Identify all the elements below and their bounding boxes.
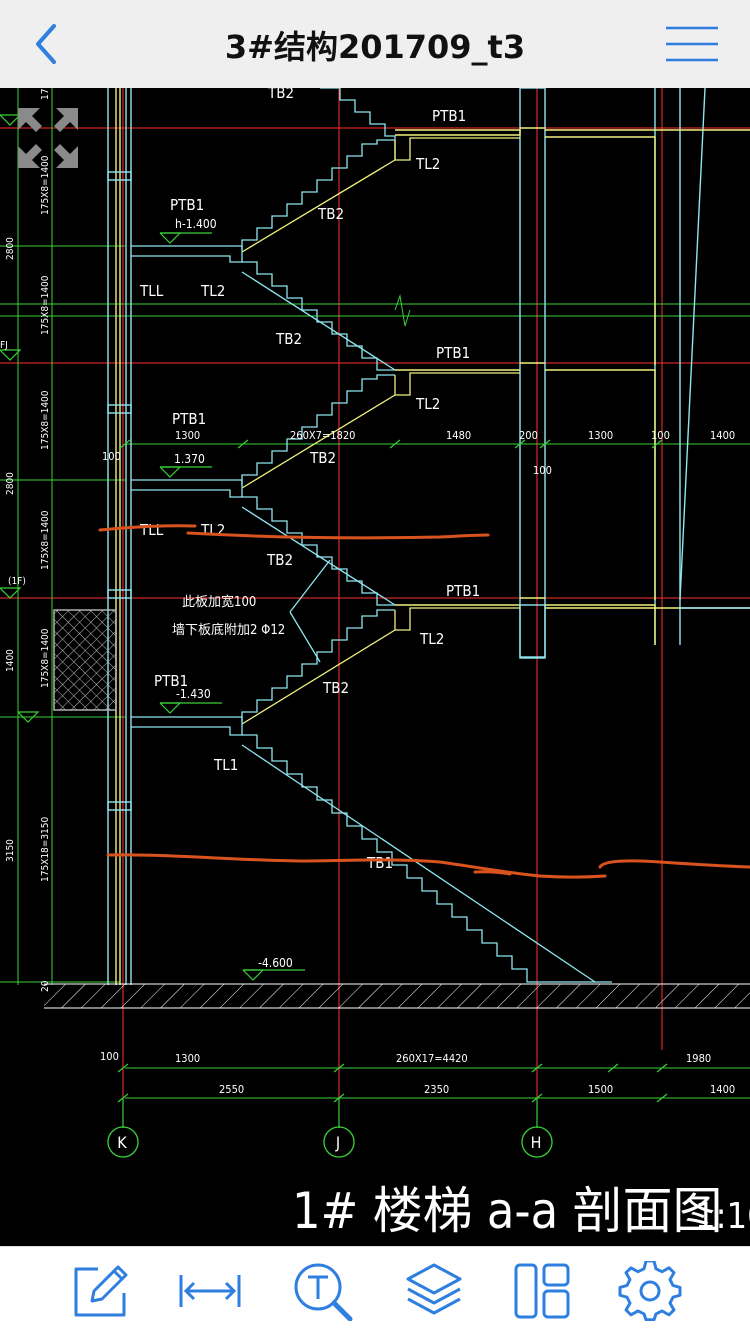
left-mark-1f: (1F) bbox=[8, 576, 26, 587]
bottom-toolbar bbox=[0, 1246, 750, 1335]
text-search-icon bbox=[294, 1263, 353, 1321]
axis-j: J bbox=[335, 1133, 340, 1152]
dim-bottom1-3: 260X17=4420 bbox=[396, 1052, 468, 1065]
label-tl2-b: TL2 bbox=[200, 282, 225, 300]
ground-hatch bbox=[44, 983, 750, 1009]
label-tb2-top: TB2 bbox=[267, 88, 294, 102]
label-tl1: TL1 bbox=[213, 756, 238, 774]
annotate-button[interactable] bbox=[68, 1261, 132, 1321]
left-dim-8: 175X8=1400 bbox=[40, 628, 51, 688]
label-tb2-b: TB2 bbox=[275, 330, 302, 348]
left-dim-10: 175X18=3150 bbox=[40, 817, 51, 882]
dim-top-5: 1300 bbox=[588, 429, 613, 442]
label-elev-a: h-1.400 bbox=[175, 217, 217, 231]
dim-bottom1-2: 1300 bbox=[175, 1052, 200, 1065]
drawing-title: 1# 楼梯 a-a 剖面图 bbox=[292, 1182, 723, 1240]
dim-bottom1-1: 100 bbox=[100, 1050, 119, 1063]
measure-button[interactable] bbox=[178, 1261, 242, 1321]
measure-arrows-icon bbox=[179, 1275, 241, 1307]
label-tb2-e: TB2 bbox=[322, 679, 349, 697]
cad-drawing[interactable]: TB2 PTB1 TL2 TB2 PTB1 h-1.400 TLL TL2 TB… bbox=[0, 88, 750, 1246]
left-dim-4: 175X8=1400 bbox=[40, 390, 51, 450]
left-dim-3: 175X8=1400 bbox=[40, 275, 51, 335]
label-tb2-c: TB2 bbox=[309, 449, 336, 467]
axis-k: K bbox=[117, 1133, 127, 1152]
text-search-button[interactable] bbox=[290, 1261, 354, 1321]
dim-100-mid: 100 bbox=[533, 464, 552, 477]
left-dim-6: 175X8=1400 bbox=[40, 510, 51, 570]
label-ptb1-c: PTB1 bbox=[446, 582, 480, 600]
label-tll-b: TLL bbox=[139, 521, 164, 539]
axis-bubbles bbox=[107, 1126, 553, 1158]
menu-button[interactable] bbox=[664, 22, 720, 66]
label-note2: 墙下板底附加2 Φ12 bbox=[172, 622, 285, 638]
pencil-edit-icon bbox=[74, 1265, 128, 1317]
label-tl2-a: TL2 bbox=[415, 155, 440, 173]
dimension-ticks bbox=[117, 439, 668, 1128]
drawing-canvas[interactable]: TB2 PTB1 TL2 TB2 PTB1 h-1.400 TLL TL2 TB… bbox=[0, 88, 750, 1246]
dim-top-3: 1480 bbox=[446, 429, 471, 442]
dim-top-4: 200 bbox=[519, 429, 538, 442]
left-dim-7: 1400 bbox=[5, 649, 16, 672]
left-dim-5: 2800 bbox=[5, 472, 16, 495]
left-mark-17: 17 bbox=[40, 89, 51, 100]
markup-annotations[interactable] bbox=[98, 524, 750, 879]
layers-icon bbox=[406, 1263, 462, 1315]
settings-button[interactable] bbox=[618, 1261, 682, 1321]
layout-panels-icon bbox=[514, 1263, 570, 1319]
dim-bottom2-2: 2350 bbox=[424, 1083, 449, 1096]
dim-bottom2-1: 2550 bbox=[219, 1083, 244, 1096]
left-dim-9: 3150 bbox=[5, 839, 16, 862]
label-elev-c: -1.430 bbox=[176, 687, 211, 701]
label-elev-b: 1.370 bbox=[174, 452, 205, 466]
label-tl2-d: TL2 bbox=[200, 521, 225, 539]
label-tb2-a: TB2 bbox=[317, 205, 344, 223]
dim-top-6: 100 bbox=[651, 429, 670, 442]
document-title: 3#结构201709_t3 bbox=[224, 28, 526, 66]
drawing-scale: 1:10 bbox=[695, 1196, 750, 1237]
label-ptb1-left-b: PTB1 bbox=[172, 410, 206, 428]
label-ptb1-left-a: PTB1 bbox=[170, 196, 204, 214]
label-ptb1-a: PTB1 bbox=[432, 107, 466, 125]
left-dim-11: 20 bbox=[40, 980, 51, 992]
dim-top-2: 260X7=1820 bbox=[290, 429, 355, 442]
dim-bottom2-4: 1400 bbox=[710, 1083, 735, 1096]
label-ptb1-b: PTB1 bbox=[436, 344, 470, 362]
dim-top-7: 1400 bbox=[710, 429, 735, 442]
left-dim-1: 175X8=1400 bbox=[40, 155, 51, 215]
break-line bbox=[394, 294, 411, 327]
label-tl2-c: TL2 bbox=[415, 395, 440, 413]
layers-button[interactable] bbox=[402, 1261, 466, 1321]
layout-button[interactable] bbox=[510, 1261, 574, 1321]
left-mark-fj: FJ bbox=[0, 340, 8, 351]
label-tll-a: TLL bbox=[139, 282, 164, 300]
hamburger-menu-icon bbox=[666, 26, 718, 62]
axis-lines bbox=[0, 88, 750, 1100]
left-dim-2: 2800 bbox=[5, 237, 16, 260]
label-note1: 此板加宽100 bbox=[182, 594, 256, 610]
dim-top-1: 1300 bbox=[175, 429, 200, 442]
label-tl2-e: TL2 bbox=[419, 630, 444, 648]
dim-100-left: 100 bbox=[102, 450, 121, 463]
dim-bottom1-4: 1980 bbox=[686, 1052, 711, 1065]
nav-bar: 3#结构201709_t3 bbox=[0, 0, 750, 89]
axis-h: H bbox=[531, 1133, 542, 1152]
label-elev-d: -4.600 bbox=[258, 956, 293, 970]
label-tb2-d: TB2 bbox=[266, 551, 293, 569]
label-tb1: TB1 bbox=[366, 854, 393, 872]
gear-icon bbox=[618, 1261, 682, 1321]
dim-bottom2-3: 1500 bbox=[588, 1083, 613, 1096]
